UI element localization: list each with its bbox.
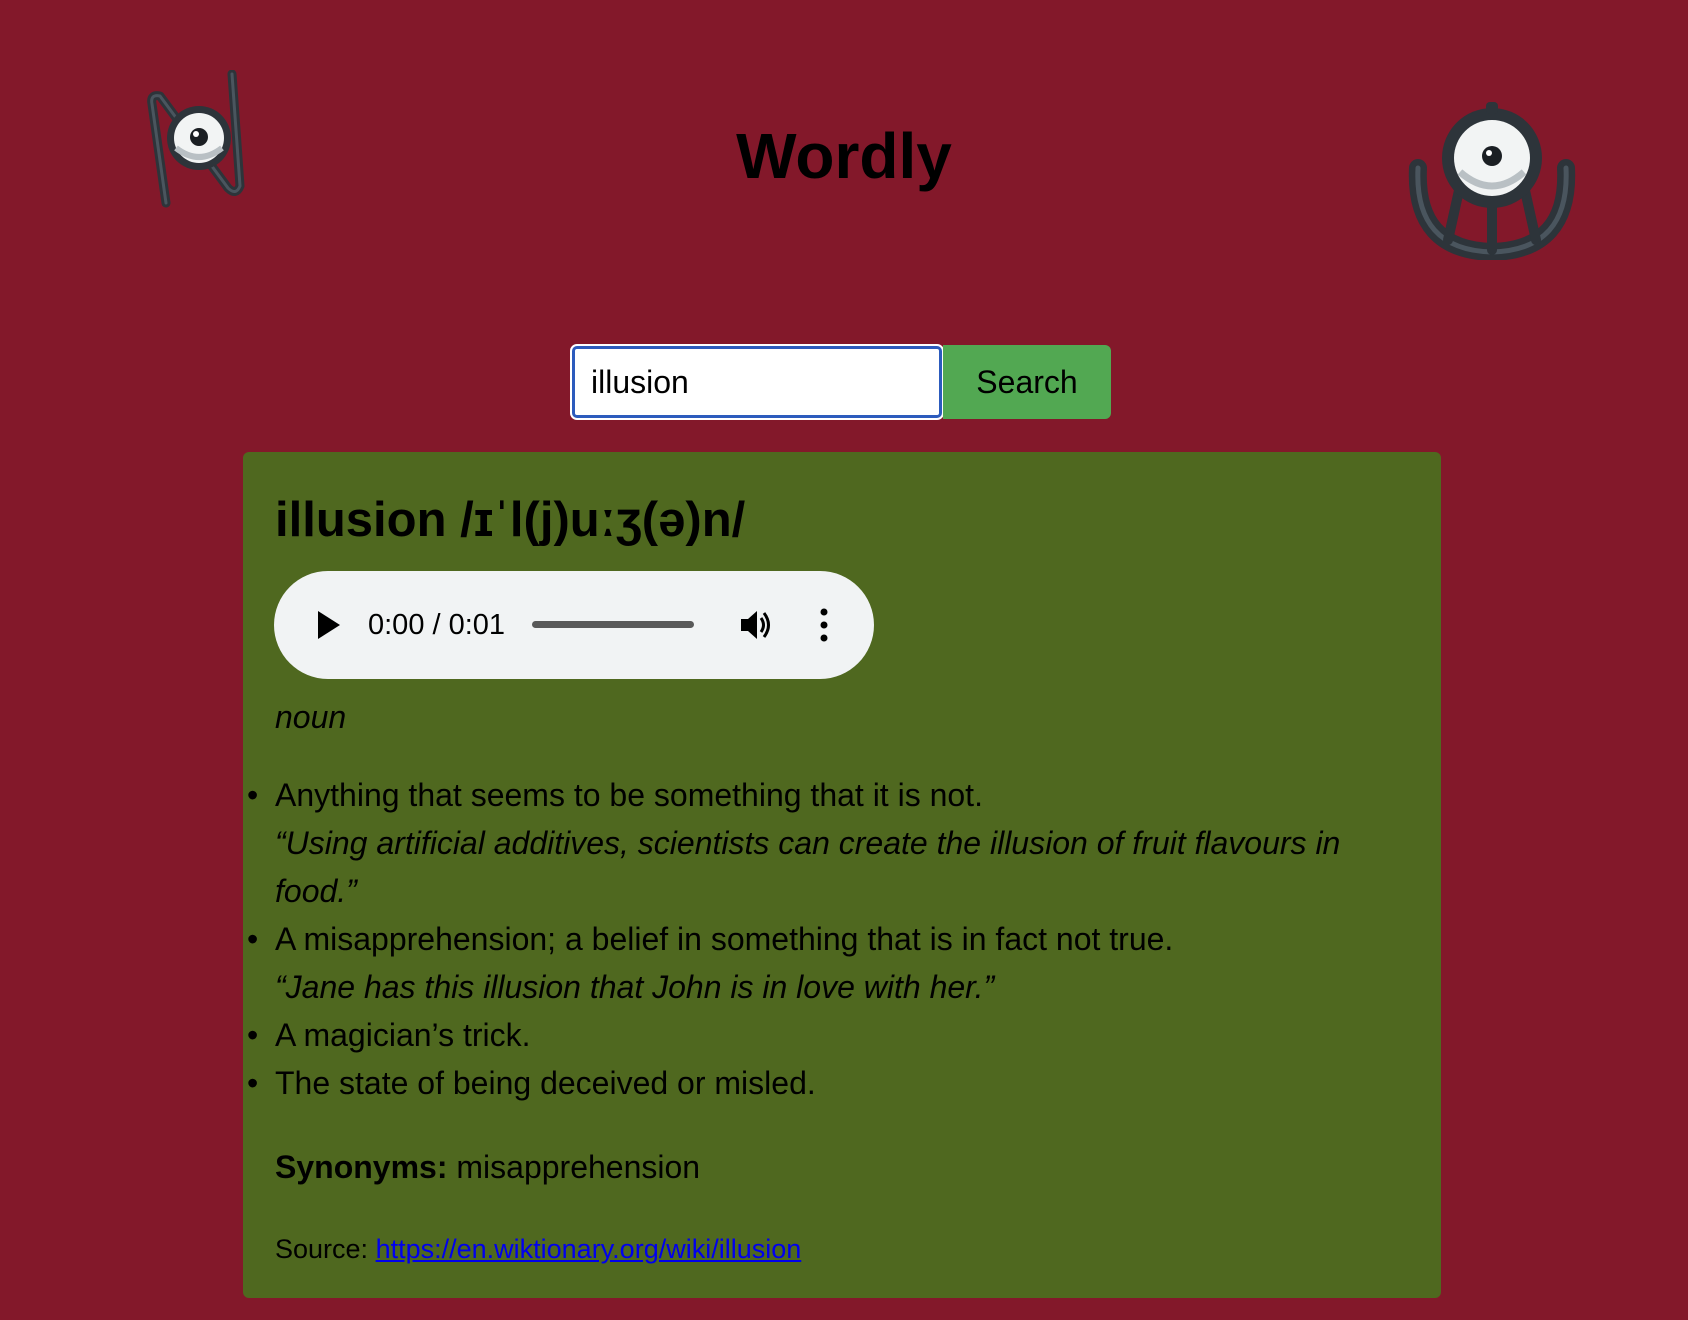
definition-example: “Jane has this illusion that John is in … xyxy=(275,969,995,1005)
header: Wordly xyxy=(0,0,1688,300)
definition-item: • Anything that seems to be something th… xyxy=(243,771,1441,915)
definition-example: “Using artificial additives, scientists … xyxy=(275,825,1341,909)
definition-text: The state of being deceived or misled. xyxy=(275,1065,816,1101)
source: Source: https://en.wiktionary.org/wiki/i… xyxy=(275,1229,801,1269)
volume-icon[interactable] xyxy=(738,607,774,643)
word-heading: illusion /ɪˈl(j)uːʒ(ə)n/ xyxy=(275,493,746,547)
search-button[interactable]: Search xyxy=(943,345,1111,419)
audio-player: 0:00 / 0:01 xyxy=(274,571,874,679)
definition-text: A magician’s trick. xyxy=(275,1017,531,1053)
synonyms-label: Synonyms: xyxy=(275,1149,448,1185)
audio-progress-slider[interactable] xyxy=(532,621,694,628)
definition-item: • The state of being deceived or misled. xyxy=(243,1059,1441,1107)
synonyms: Synonyms: misapprehension xyxy=(275,1145,700,1189)
play-icon[interactable] xyxy=(318,611,340,639)
more-options-icon[interactable] xyxy=(820,608,828,642)
part-of-speech: noun xyxy=(275,699,347,735)
definition-list: • Anything that seems to be something th… xyxy=(243,771,1441,1107)
definition-item: • A magician’s trick. xyxy=(243,1011,1441,1059)
definition-text: Anything that seems to be something that… xyxy=(275,777,983,813)
definition-text: A misapprehension; a belief in something… xyxy=(275,921,1174,957)
source-link[interactable]: https://en.wiktionary.org/wiki/illusion xyxy=(376,1234,802,1264)
definition-item: • A misapprehension; a belief in somethi… xyxy=(243,915,1441,1011)
search-input[interactable] xyxy=(570,344,944,420)
audio-time: 0:00 / 0:01 xyxy=(368,609,506,641)
synonyms-value: misapprehension xyxy=(456,1149,701,1185)
bullet-icon: • xyxy=(247,1065,259,1101)
unown-u-icon xyxy=(1408,102,1576,260)
search-bar: Search xyxy=(570,344,1111,420)
bullet-icon: • xyxy=(247,921,259,957)
bullet-icon: • xyxy=(247,1017,259,1053)
source-label: Source: xyxy=(275,1234,369,1264)
bullet-icon: • xyxy=(247,777,259,813)
result-card: illusion /ɪˈl(j)uːʒ(ə)n/ 0:00 / 0:01 nou… xyxy=(243,452,1441,1298)
